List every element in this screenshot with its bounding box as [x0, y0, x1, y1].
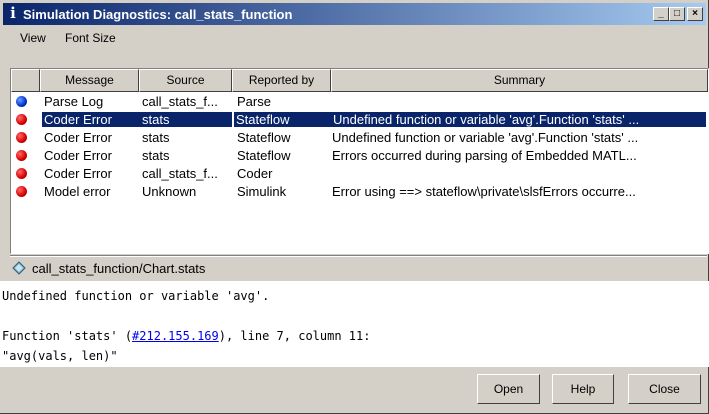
menu-bar: View Font Size [3, 27, 706, 49]
cell-source: stats [142, 130, 170, 145]
title-bar[interactable]: i Simulation Diagnostics: call_stats_fun… [3, 3, 706, 25]
header-icon-column[interactable] [11, 69, 40, 92]
table-row[interactable]: Coder Error stats Stateflow Errors occur… [11, 147, 708, 164]
message-line: Undefined function or variable 'avg'. [2, 289, 270, 303]
table-row[interactable]: Coder Error call_stats_f... Coder [11, 165, 708, 182]
cell-summary: Errors occurred during parsing of Embedd… [332, 148, 637, 163]
cell-message: Model error [44, 184, 111, 199]
table-row[interactable]: Coder Error stats Stateflow Undefined fu… [11, 129, 708, 146]
cell-message: Coder Error [42, 112, 140, 127]
table-row[interactable]: Parse Log call_stats_f... Parse [11, 93, 708, 110]
window-title: Simulation Diagnostics: call_stats_funct… [23, 7, 293, 22]
error-status-icon [16, 114, 27, 125]
cell-message: Coder Error [44, 148, 112, 163]
error-location-link[interactable]: #212.155.169 [132, 329, 219, 343]
menu-font-size[interactable]: Font Size [65, 31, 116, 45]
info-status-icon [16, 96, 27, 107]
cell-source: Unknown [142, 184, 197, 199]
error-status-icon [16, 168, 27, 179]
cell-source: stats [140, 112, 232, 127]
menu-view[interactable]: View [20, 31, 46, 45]
cell-reported-by: Simulink [237, 184, 287, 199]
cell-source: call_stats_f... [142, 94, 218, 109]
header-source[interactable]: Source [139, 69, 232, 92]
help-button[interactable]: Help [552, 374, 614, 404]
cell-summary: Undefined function or variable 'avg'.Fun… [332, 130, 639, 145]
cell-reported-by: Coder [237, 166, 273, 181]
minimize-button[interactable]: _ [653, 7, 669, 21]
cell-reported-by: Stateflow [237, 130, 291, 145]
info-icon: i [10, 4, 16, 22]
header-reported-by[interactable]: Reported by [232, 69, 331, 92]
message-text: ), line 7, column 11: [218, 329, 371, 343]
stateflow-block-icon [12, 261, 26, 275]
diagnostics-table: Message Source Reported by Summary Parse… [10, 68, 709, 254]
message-text: Function 'stats' ( [2, 329, 133, 343]
header-message[interactable]: Message [40, 69, 139, 92]
close-window-button[interactable]: × [687, 7, 703, 21]
cell-message: Parse Log [44, 94, 104, 109]
splitter[interactable] [10, 255, 707, 257]
message-line: "avg(vals, len)" [2, 349, 118, 363]
maximize-button[interactable]: □ [669, 7, 685, 21]
cell-reported-by: Stateflow [237, 148, 291, 163]
cell-message: Coder Error [44, 166, 112, 181]
message-line: Function 'stats' (#212.155.169), line 7,… [2, 329, 370, 343]
cell-source: stats [142, 148, 170, 163]
source-path-link[interactable]: call_stats_function/Chart.stats [32, 261, 205, 276]
cell-reported-by: Parse [237, 94, 271, 109]
table-row[interactable]: Model error Unknown Simulink Error using… [11, 183, 708, 200]
cell-message: Coder Error [44, 130, 112, 145]
error-status-icon [16, 132, 27, 143]
cell-summary: Error using ==> stateflow\private\slsfEr… [332, 184, 636, 199]
cell-summary: Undefined function or variable 'avg'.Fun… [332, 112, 706, 127]
source-path-bar: call_stats_function/Chart.stats [10, 258, 707, 280]
cell-reported-by: Stateflow [234, 112, 332, 127]
message-text-area[interactable]: Undefined function or variable 'avg'. Fu… [0, 281, 709, 367]
open-button[interactable]: Open [477, 374, 540, 404]
close-button[interactable]: Close [628, 374, 701, 404]
error-status-icon [16, 150, 27, 161]
diagnostics-window: i Simulation Diagnostics: call_stats_fun… [0, 0, 709, 414]
cell-source: call_stats_f... [142, 166, 218, 181]
table-row-selected[interactable]: Coder Error stats Stateflow Undefined fu… [11, 111, 708, 128]
header-summary[interactable]: Summary [331, 69, 708, 92]
error-status-icon [16, 186, 27, 197]
